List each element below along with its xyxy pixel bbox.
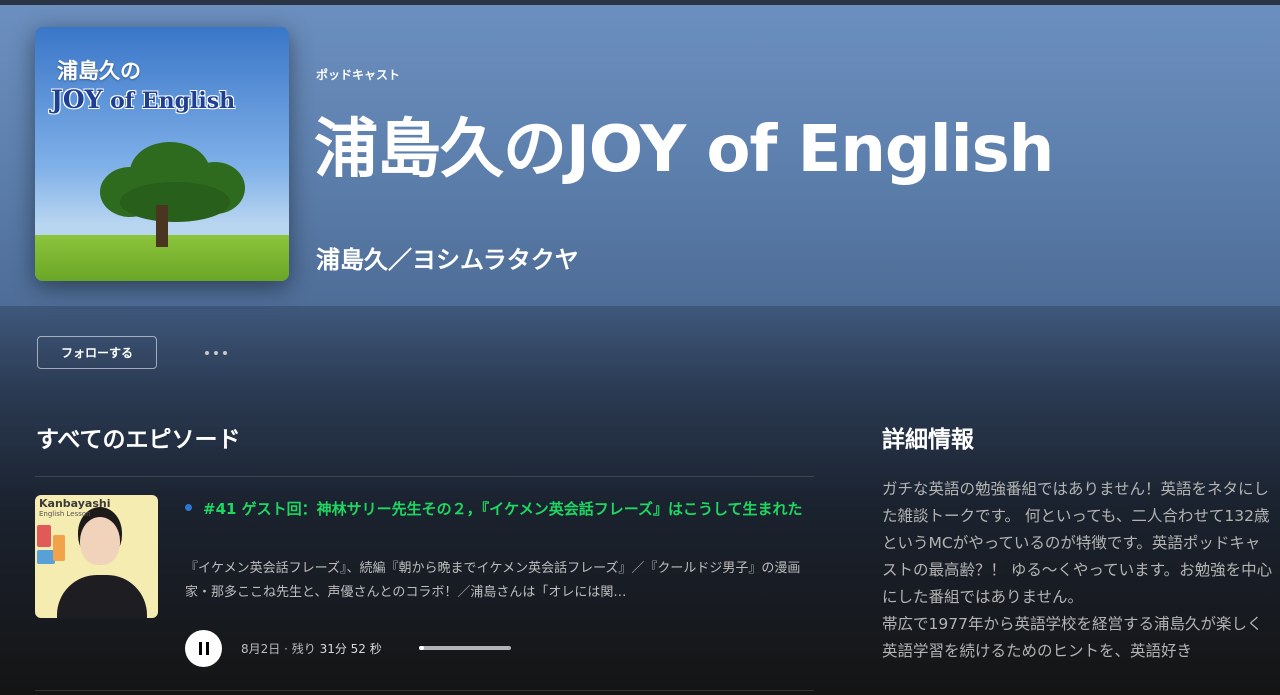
episode-date: 8月2日	[241, 642, 281, 656]
all-episodes-heading: すべてのエピソード	[36, 427, 241, 453]
episode-meta: 8月2日 · 残り 31分 52 秒	[241, 640, 382, 657]
thumbnail-subtitle: English Lesson	[39, 510, 91, 518]
content-type-label: ポッドキャスト	[316, 68, 401, 82]
meta-separator: ·	[280, 642, 292, 656]
follow-button[interactable]: フォローする	[37, 336, 157, 369]
cover-of-english: of English	[102, 88, 236, 114]
remaining-prefix: 残り	[291, 642, 320, 656]
thumbnail-person-head	[80, 517, 120, 565]
cover-tree	[90, 137, 250, 227]
cover-title-line1: 浦島久の	[57, 59, 141, 83]
episode-progress-fill	[419, 646, 424, 650]
thumbnail-person-body	[57, 575, 147, 618]
cover-joy: JOY	[51, 85, 103, 114]
details-heading: 詳細情報	[882, 427, 974, 453]
episode-title[interactable]: #41 ゲスト回：神林サリー先生その２，『イケメン英会話フレーズ』はこうして生ま…	[203, 497, 803, 521]
episode-divider	[35, 690, 814, 691]
episode-description: 『イケメン英会話フレーズ』、続編『朝から晩までイケメン英会話フレーズ』／『クール…	[185, 561, 801, 601]
cover-tree-trunk	[156, 205, 168, 247]
details-description: ガチな英語の勉強番組ではありません！英語をネタにした雑談トークです。 何といって…	[882, 480, 1273, 660]
episodes-divider	[35, 476, 814, 477]
more-options-button[interactable]	[196, 342, 236, 364]
pause-icon	[198, 642, 209, 655]
remaining-time: 31分 52 秒	[319, 642, 382, 656]
unplayed-indicator	[185, 504, 192, 511]
thumbnail-title: Kanbayashi	[39, 497, 111, 510]
pause-button[interactable]	[185, 630, 222, 667]
podcast-title: 浦島久のJOY of English	[314, 113, 1054, 187]
episode-thumbnail[interactable]: Kanbayashi English Lesson	[35, 495, 158, 618]
more-dots-icon	[205, 351, 227, 355]
podcast-cover-art: 浦島久の JOY of English	[35, 27, 289, 281]
podcast-author[interactable]: 浦島久／ヨシムラタクヤ	[316, 240, 579, 275]
episode-progress-bar[interactable]	[419, 646, 511, 650]
cover-title-line2: JOY of English	[51, 85, 235, 114]
